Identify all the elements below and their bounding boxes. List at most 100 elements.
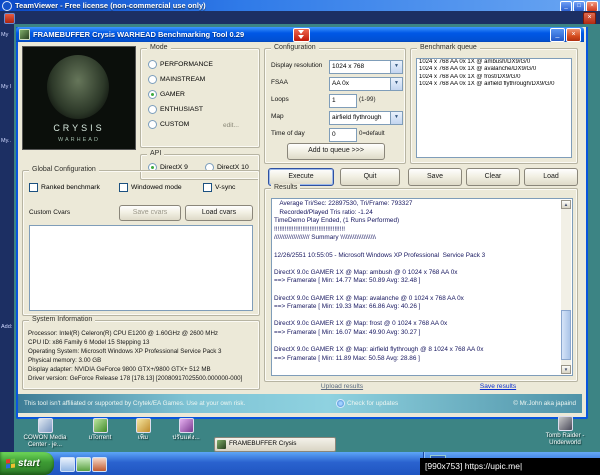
session-icon [4,13,15,24]
mode-option-performance[interactable]: PERFORMANCE [148,60,213,69]
customize-icon [178,418,194,433]
app-icon [19,29,30,40]
teamviewer-title: TeamViewer - Free license (non-commercia… [15,1,206,10]
mode-groupbox: Mode PERFORMANCE MAINSTREAM GAMER ENTHUS… [140,44,260,148]
radio-label: PERFORMANCE [160,61,213,68]
sidebar-label[interactable]: Add: [1,324,14,330]
sidebar-label[interactable]: My [1,32,14,38]
system-information-label: System Information [29,316,96,323]
loops-hint: (1-99) [359,96,376,103]
chevron-down-icon[interactable]: ▼ [390,112,402,124]
quick-launch-icon[interactable] [76,457,91,472]
add-to-queue-button[interactable]: Add to queue >>> [287,143,385,160]
desktop-icon-utorrent[interactable]: uTorrent [78,418,122,441]
sidebar-label[interactable]: My.. [1,138,14,144]
teamviewer-arrows-icon [293,28,310,42]
check-for-updates-link[interactable]: Check for updates [336,399,398,408]
system-information-groupbox: System Information Processor: Intel(R) C… [22,316,260,390]
results-text: Average Tri/Sec: 22897530, Tri/Frame: 79… [274,200,486,362]
crysis-box-art: CRYSIS WARHEAD [22,46,136,150]
results-panel: Average Tri/Sec: 22897530, Tri/Frame: 79… [271,198,573,376]
mode-option-gamer[interactable]: GAMER [148,90,185,99]
utorrent-icon [92,418,108,433]
close-icon[interactable]: × [566,28,581,42]
benchmark-tool-window: FRAMEBUFFER Crysis WARHEAD Benchmarking … [16,27,588,419]
checkbox-label: V-sync [215,184,236,191]
soldier-face-image [47,55,109,119]
remote-desktop: FRAMEBUFFER Crysis WARHEAD Benchmarking … [14,24,600,452]
ranked-benchmark-checkbox[interactable]: Ranked benchmark [29,183,100,192]
windows-flag-icon [6,458,15,469]
mode-option-custom[interactable]: CUSTOM [148,120,189,129]
map-select[interactable]: airfield flythrough ▼ [329,111,403,125]
radio-label: GAMER [160,91,185,98]
windowed-mode-checkbox[interactable]: Windowed mode [119,183,182,192]
desktop-icon-customize[interactable]: ปรับแต่ง... [164,418,208,441]
checkbox-label: Windowed mode [131,184,182,191]
mode-label: Mode [147,44,171,51]
scrollbar-thumb[interactable] [561,310,571,360]
map-label: Map [271,113,284,120]
save-cvars-button[interactable]: Save cvars [119,205,181,221]
time-of-day-input[interactable]: 0 [329,128,357,142]
time-of-day-label: Time of day [271,130,305,137]
desktop-icon-label: เพิ่ม [137,434,149,441]
loops-label: Loops [271,96,289,103]
desktop-icon-cowon[interactable]: COWON Media Center - je... [16,418,74,449]
checkbox-icon [203,183,212,192]
radio-selected-icon [148,90,157,99]
queue-item[interactable]: 1024 x 768 AA 0x 1X @ ambush/DX9/G/0 [417,59,571,66]
load-cvars-button[interactable]: Load cvars [185,205,253,221]
tomb-raider-icon [557,416,573,431]
screen: TeamViewer - Free license (non-commercia… [0,0,600,475]
minimize-icon[interactable]: _ [550,28,565,42]
radio-label: CUSTOM [160,121,190,128]
start-button[interactable]: start [0,452,54,475]
edit-custom-link[interactable]: edit... [223,122,239,129]
tool-titlebar[interactable]: FRAMEBUFFER Crysis WARHEAD Benchmarking … [16,27,584,42]
radio-icon [148,75,157,84]
queue-item[interactable]: 1024 x 768 AA 0x 1X @ avalanche/DX9/G/0 [417,66,571,73]
quick-launch-icon[interactable] [60,457,75,472]
framebuffer-taskbar-button[interactable]: FRAMEBUFFER Crysis [214,437,336,452]
radio-icon [148,105,157,114]
system-info-line: CPU ID: x86 Family 6 Model 15 Stepping 1… [28,339,150,346]
vsync-checkbox[interactable]: V-sync [203,183,235,192]
mode-option-mainstream[interactable]: MAINSTREAM [148,75,205,84]
api-label: API [147,150,165,157]
upload-results-link[interactable]: Upload results [264,383,420,390]
load-button[interactable]: Load [524,168,578,186]
custom-cvars-textarea[interactable] [29,225,253,311]
scroll-up-icon[interactable]: ▲ [561,200,571,209]
fsaa-select[interactable]: AA 0x ▼ [329,77,403,91]
quit-button[interactable]: Quit [340,168,400,186]
configuration-groupbox: Configuration Display resolution 1024 x … [264,44,406,164]
crysis-logo-text: CRYSIS [53,123,105,133]
start-label: start [18,458,40,469]
chevron-down-icon[interactable]: ▼ [390,78,402,90]
display-resolution-select[interactable]: 1024 x 768 ▼ [329,60,403,74]
system-info-line: Processor: Intel(R) Celeron(R) CPU E1200… [28,330,219,337]
results-scrollbar[interactable]: ▲ ▼ [561,200,571,374]
display-resolution-label: Display resolution [271,62,323,69]
clear-button[interactable]: Clear [466,168,520,186]
desktop-icon-tomb-raider[interactable]: Tomb Raider - Underworld [534,416,596,447]
system-info-line: Driver version: GeForce Release 178 [178… [28,375,243,382]
desktop-icon-add[interactable]: เพิ่ม [126,418,160,441]
check-for-updates-label: Check for updates [347,400,399,408]
mode-option-enthusiast[interactable]: ENTHUSIAST [148,105,203,114]
scroll-down-icon[interactable]: ▼ [561,365,571,374]
chevron-down-icon[interactable]: ▼ [390,61,402,73]
queue-item[interactable]: 1024 x 768 AA 0x 1X @ frost/DX9/G/0 [417,74,571,81]
save-results-link[interactable]: Save results [420,383,576,390]
sidebar-label[interactable]: My I [1,84,14,90]
desktop-icon-label: uTorrent [88,434,112,441]
save-button[interactable]: Save [408,168,462,186]
radio-icon [148,60,157,69]
time-of-day-hint: 0=default [359,130,385,137]
loops-input[interactable]: 1 [329,94,357,108]
benchmark-queue-list[interactable]: 1024 x 768 AA 0x 1X @ ambush/DX9/G/0 102… [416,58,572,158]
queue-item[interactable]: 1024 x 768 AA 0x 1X @ airfield flythroug… [417,81,571,88]
quick-launch-icon[interactable] [92,457,107,472]
select-value: AA 0x [332,80,349,87]
